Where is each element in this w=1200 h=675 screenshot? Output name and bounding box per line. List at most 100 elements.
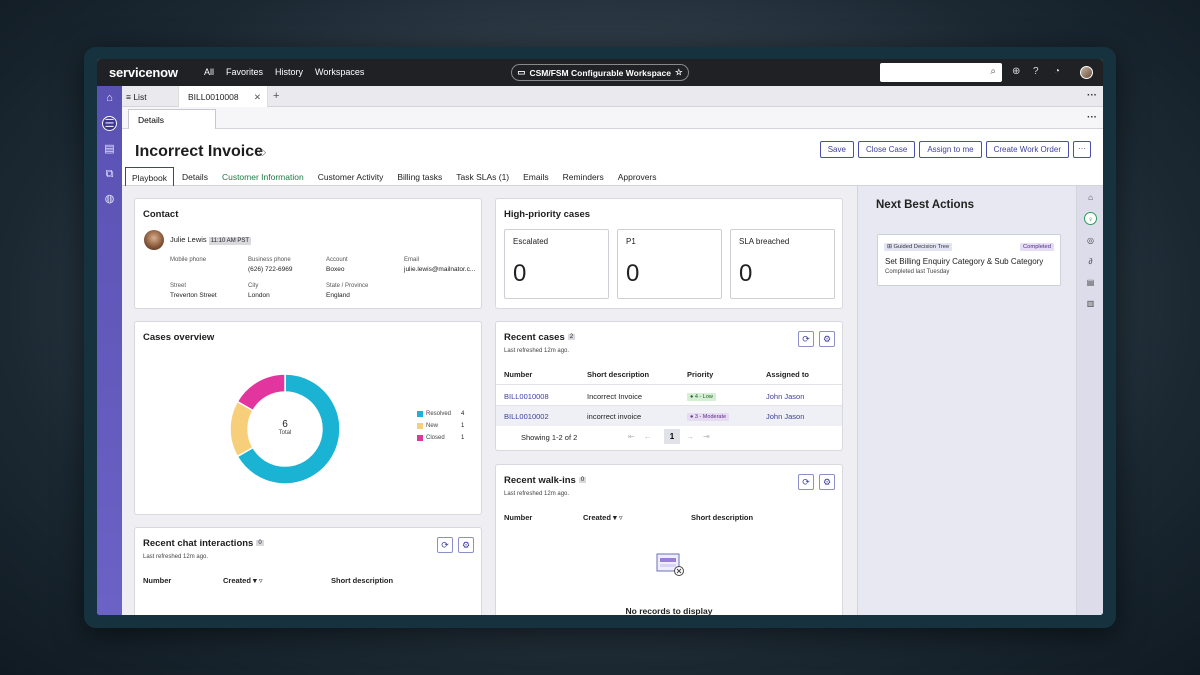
legend-item-new[interactable]: New 1	[417, 423, 477, 429]
escalated-box[interactable]: Escalated 0	[504, 229, 609, 299]
tab-playbook[interactable]: Playbook	[125, 167, 174, 188]
dashboard-icon[interactable]: ◍	[102, 192, 117, 207]
tab-approvers[interactable]: Approvers	[612, 167, 663, 188]
assigned-to-link[interactable]: John Jason	[766, 392, 804, 401]
cases-col-number[interactable]: Number	[504, 370, 532, 379]
email-value[interactable]: julie.lewis@mailnator.c...	[404, 266, 475, 273]
cases-overview-card: Cases overview 6 Total Resolved 4 New 1 Clos…	[134, 321, 482, 515]
walkins-col-number[interactable]: Number	[504, 513, 532, 522]
subtab-more-icon[interactable]: ···	[1087, 112, 1097, 123]
settings-icon[interactable]: ⚙	[819, 331, 835, 347]
bell-icon[interactable]: ◔	[1054, 66, 1060, 77]
priority-badge: ● 3 - Moderate	[687, 413, 730, 421]
create-work-order-button[interactable]: Create Work Order	[985, 141, 1069, 158]
graduation-cap-icon[interactable]: ⌂	[1084, 191, 1097, 204]
contact-name-row: Julie Lewis 11:10 AM PST	[170, 235, 252, 245]
donut-total-label: Total	[278, 430, 292, 436]
org-chart-icon[interactable]: ⧉	[102, 167, 117, 182]
assigned-to-link[interactable]: John Jason	[766, 412, 804, 421]
tag-icon[interactable]: ◇	[259, 147, 266, 158]
inbox-icon[interactable]: ▤	[102, 142, 117, 157]
case-number-link[interactable]: BILL0010002	[504, 412, 549, 421]
donut-slice-closed[interactable]	[236, 373, 286, 412]
chats-col-created[interactable]: Created ▾ ▿	[223, 576, 263, 585]
add-tab-icon[interactable]: +	[273, 90, 279, 102]
tab-task-slas[interactable]: Task SLAs (1)	[450, 167, 515, 188]
contact-card: Contact Julie Lewis 11:10 AM PST Mobile …	[134, 198, 482, 309]
tab-customer-information[interactable]: Customer Information	[215, 167, 310, 188]
pagination-next-icons[interactable]: →⇥	[686, 432, 719, 441]
home-icon[interactable]: ⌂	[102, 91, 117, 106]
record-actions: Save Close Case Assign to me Create Work…	[819, 141, 1091, 158]
legend-item-resolved[interactable]: Resolved 4	[417, 411, 477, 417]
chats-col-short-description[interactable]: Short description	[331, 576, 393, 585]
refresh-icon[interactable]: ⟳	[437, 537, 453, 553]
tab-customer-activity[interactable]: Customer Activity	[312, 167, 390, 188]
book-icon[interactable]: ▥	[1084, 297, 1097, 310]
lightbulb-icon[interactable]: ♀	[1084, 212, 1097, 225]
recent-cases-card: Recent cases 2 Last refreshed 12m ago. ⟳ …	[495, 321, 843, 451]
page-number-button[interactable]: 1	[664, 429, 680, 444]
globe-icon[interactable]: ⊕	[1012, 66, 1020, 77]
walkins-col-short-description[interactable]: Short description	[691, 513, 753, 522]
nav-workspaces[interactable]: Workspaces	[315, 67, 364, 77]
nav-all[interactable]: All	[204, 67, 214, 77]
subtab-details[interactable]: Details	[128, 109, 216, 129]
star-icon[interactable]: ☆	[675, 67, 683, 78]
sla-breached-box[interactable]: SLA breached 0	[730, 229, 835, 299]
more-actions-button[interactable]: ···	[1073, 141, 1091, 158]
recent-cases-heading: Recent cases 2	[504, 332, 576, 343]
right-context-rail: ⌂ ♀ ◎ ∂ ▤ ▥	[1076, 186, 1103, 615]
more-icon[interactable]: ···	[1087, 90, 1097, 101]
attachment-icon[interactable]: ∂	[1084, 255, 1097, 268]
global-search-input[interactable]: ⌕	[880, 63, 1002, 82]
nba-card-subtitle: Completed last Tuesday	[885, 269, 950, 275]
close-case-button[interactable]: Close Case	[857, 141, 916, 158]
cases-col-assigned-to[interactable]: Assigned to	[766, 370, 809, 379]
legend-swatch	[417, 411, 423, 417]
state-value: England	[326, 292, 350, 299]
help-icon[interactable]: ?	[1033, 66, 1039, 77]
cases-col-short-description[interactable]: Short description	[587, 370, 649, 379]
walkins-col-created[interactable]: Created ▾ ▿	[583, 513, 623, 522]
refresh-icon[interactable]: ⟳	[798, 474, 814, 490]
account-value[interactable]: Boxeo	[326, 266, 344, 273]
tab-emails[interactable]: Emails	[517, 167, 555, 188]
settings-icon[interactable]: ⚙	[458, 537, 474, 553]
cases-col-priority[interactable]: Priority	[687, 370, 713, 379]
check-circle-icon[interactable]: ◎	[1084, 234, 1097, 247]
contact-name[interactable]: Julie Lewis	[170, 235, 207, 244]
tab-reminders[interactable]: Reminders	[557, 167, 610, 188]
workspace-selector[interactable]: ▭ CSM/FSM Configurable Workspace ☆	[511, 64, 689, 81]
user-avatar[interactable]	[1080, 66, 1093, 79]
account-label: Account	[326, 257, 348, 263]
nba-heading: Next Best Actions	[876, 199, 974, 211]
legend-swatch	[417, 435, 423, 441]
record-title: Incorrect Invoice	[135, 143, 264, 160]
legend-item-closed[interactable]: Closed 1	[417, 435, 477, 441]
save-button[interactable]: Save	[819, 141, 854, 158]
donut-slice-new[interactable]	[229, 400, 254, 458]
top-bar: servicenow All Favorites History Workspa…	[97, 59, 1103, 86]
nav-history[interactable]: History	[275, 67, 303, 77]
chats-col-number[interactable]: Number	[143, 576, 171, 585]
tab-details[interactable]: Details	[176, 167, 214, 188]
nba-card[interactable]: ⊞ Guided Decision Tree Completed Set Bil…	[877, 234, 1061, 286]
list-icon[interactable]: ☰	[102, 116, 117, 131]
document-icon[interactable]: ▤	[1084, 276, 1097, 289]
pagination-prev-icons[interactable]: ⇤←	[628, 432, 661, 441]
case-description: Incorrect Invoice	[587, 392, 643, 401]
p1-box[interactable]: P1 0	[617, 229, 722, 299]
top-nav: All Favorites History Workspaces	[204, 67, 364, 77]
tab-billing-tasks[interactable]: Billing tasks	[391, 167, 448, 188]
settings-icon[interactable]: ⚙	[819, 474, 835, 490]
tab-list[interactable]: ≡ List	[126, 92, 147, 102]
tab-bill0010008[interactable]: BILL0010008 ✕	[178, 86, 268, 107]
close-icon[interactable]: ✕	[254, 92, 261, 103]
p1-value: 0	[626, 260, 640, 287]
refresh-icon[interactable]: ⟳	[798, 331, 814, 347]
servicenow-logo[interactable]: servicenow	[109, 65, 178, 80]
nav-favorites[interactable]: Favorites	[226, 67, 263, 77]
assign-to-me-button[interactable]: Assign to me	[919, 141, 982, 158]
case-number-link[interactable]: BILL0010008	[504, 392, 549, 401]
